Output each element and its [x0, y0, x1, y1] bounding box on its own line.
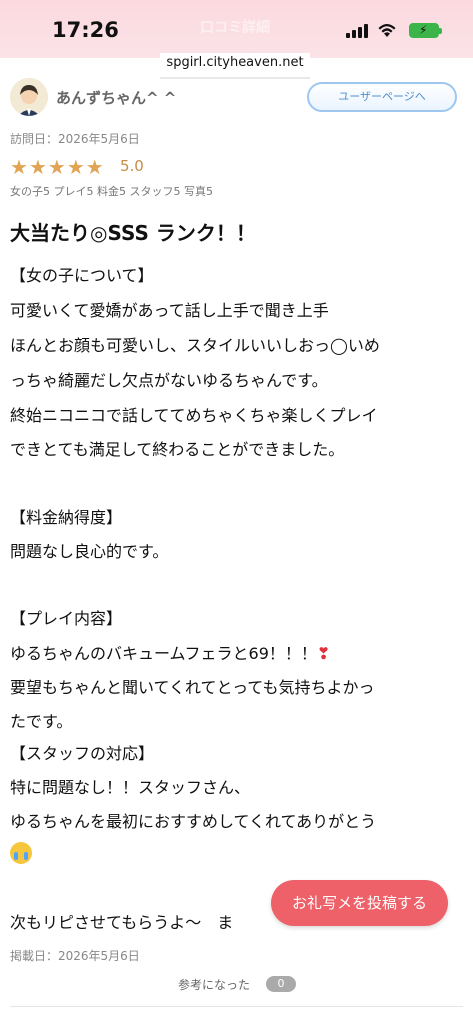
review-line: できとても満足して終わることができました。	[10, 440, 345, 459]
review-line: ゆるちゃんを最初におすすめしてくれてありがとう	[10, 812, 377, 831]
user-page-button[interactable]: ユーザーページへ	[307, 82, 457, 112]
review-line: ゆるちゃんのバキュームフェラと69！！！❣	[10, 640, 330, 664]
post-photo-button[interactable]: お礼写メを投稿する	[271, 880, 448, 926]
star-icon: ★	[66, 155, 85, 179]
review-line: 可愛いくて愛嬌があって話し上手で聞き上手	[10, 301, 329, 320]
status-time: 17:26	[52, 18, 119, 42]
cellular-signal-icon	[346, 24, 370, 38]
crying-emoji-icon	[10, 842, 32, 864]
sub-ratings: 女の子5 プレイ5 料金5 スタッフ5 写真5	[10, 185, 213, 198]
page-title: 口コミ詳細	[200, 20, 270, 36]
review-line: っちゃ綺麗だし欠点がないゆるちゃんです。	[10, 371, 328, 390]
star-icon: ★	[10, 155, 28, 179]
posted-date: 掲載日：2026年5月6日	[10, 949, 140, 963]
section-heading: 【プレイ内容】	[10, 609, 123, 628]
review-line: 特に問題なし！！スタッフさん、	[10, 778, 251, 797]
review-line-text: ゆるちゃんのバキュームフェラと69！！！	[10, 644, 317, 663]
avatar[interactable]	[10, 78, 48, 116]
section-heading: 【女の子について】	[10, 266, 154, 285]
review-line: 次もリピさせてもらうよ〜 ま	[10, 913, 234, 932]
star-rating: ★★★★★	[10, 156, 105, 178]
review-line: 問題なし良心的です。	[10, 542, 169, 561]
section-heading: 【料金納得度】	[10, 508, 123, 527]
review-line: たです。	[10, 712, 73, 731]
url-bar[interactable]: spgirl.cityheaven.net	[160, 53, 310, 79]
review-line: 要望もちゃんと聞いてくれてとっても気持ちよかっ	[10, 678, 375, 697]
divider	[10, 1006, 463, 1007]
review-line: 終始ニコニコで話しててめちゃくちゃ楽しくプレイ	[10, 406, 378, 425]
star-icon: ★	[28, 155, 47, 179]
star-icon: ★	[47, 155, 66, 179]
rating-value: 5.0	[120, 157, 144, 175]
status-bar: 17:26 口コミ詳細 ⚡	[0, 0, 473, 58]
helpful-count-badge[interactable]: 0	[266, 976, 296, 992]
heart-emoji-icon: ❣	[316, 644, 331, 663]
star-icon: ★	[85, 155, 104, 179]
avatar-person-icon	[10, 78, 48, 116]
section-heading: 【スタッフの対応】	[10, 744, 155, 763]
review-line: ほんとお顔も可愛いし、スタイルいいしおっ◯いめ	[10, 336, 380, 355]
helpful-button-label[interactable]: 参考になった	[178, 976, 250, 993]
reviewer-name[interactable]: あんずちゃん^ ^	[56, 87, 176, 108]
visit-date: 訪問日：2026年5月6日	[10, 132, 140, 146]
battery-charging-icon: ⚡	[409, 23, 442, 38]
wifi-icon	[378, 24, 396, 37]
review-title: 大当たり◎SSS ランク！！	[10, 221, 256, 245]
